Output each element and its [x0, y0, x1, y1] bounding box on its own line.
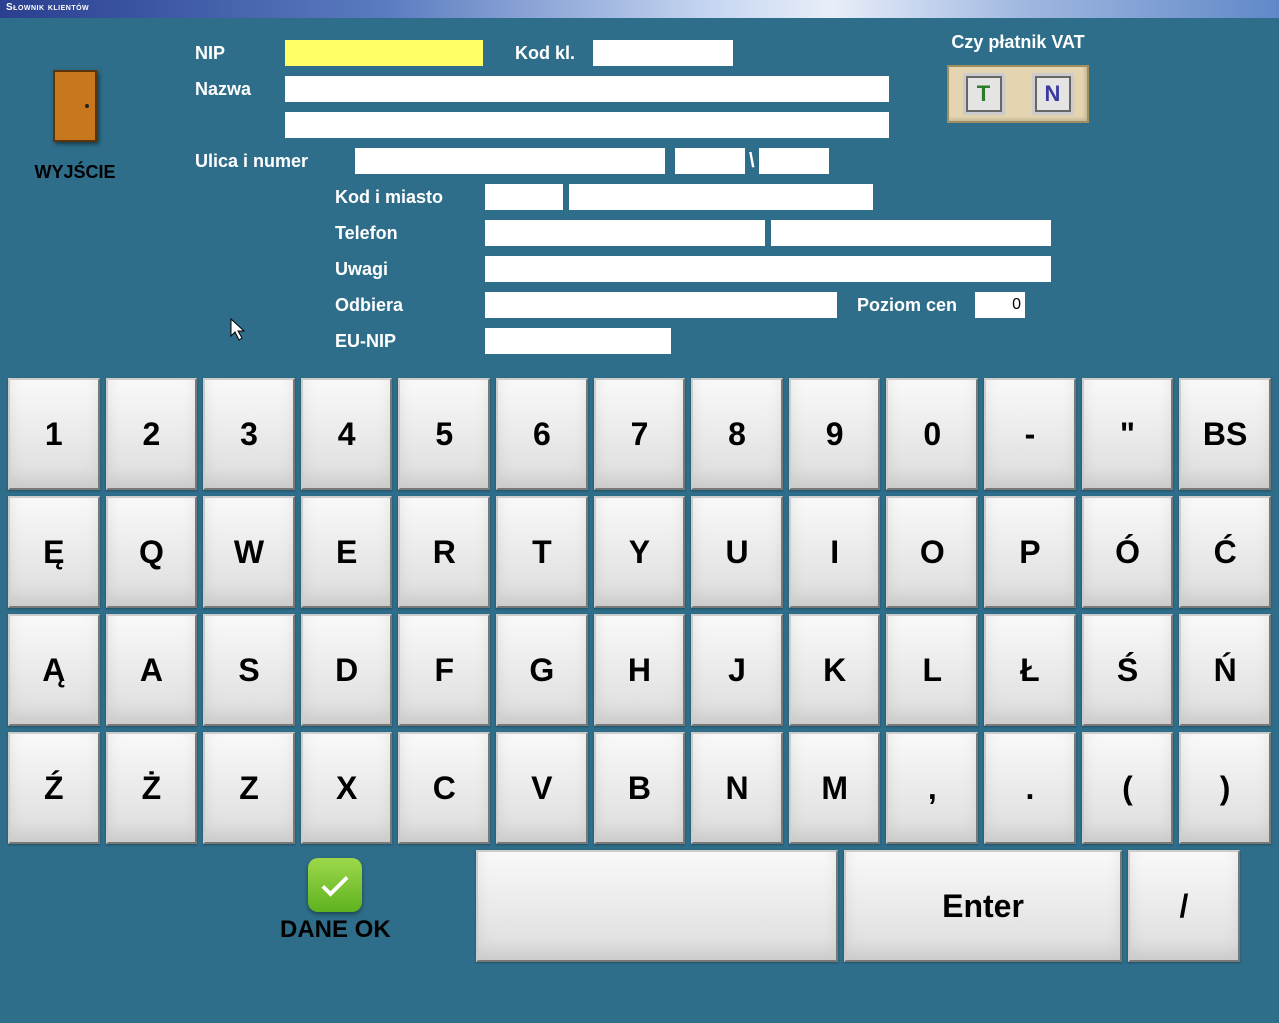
key-e[interactable]: E	[301, 496, 393, 608]
key-p[interactable]: P	[984, 496, 1076, 608]
key-r[interactable]: R	[398, 496, 490, 608]
key-m[interactable]: M	[789, 732, 881, 844]
key-ó[interactable]: Ó	[1082, 496, 1174, 608]
odbiera-input[interactable]	[485, 292, 837, 318]
nazwa-label: Nazwa	[195, 79, 285, 100]
key-2[interactable]: 2	[106, 378, 198, 490]
key-5[interactable]: 5	[398, 378, 490, 490]
key-c[interactable]: C	[398, 732, 490, 844]
key-3[interactable]: 3	[203, 378, 295, 490]
confirm-label: DANE OK	[280, 916, 391, 944]
key-ą[interactable]: Ą	[8, 614, 100, 726]
nip-input[interactable]	[285, 40, 483, 66]
poziom-label: Poziom cen	[857, 295, 957, 316]
telefon1-input[interactable]	[485, 220, 765, 246]
telefon-label: Telefon	[335, 223, 485, 244]
key-ń[interactable]: Ń	[1179, 614, 1271, 726]
key-8[interactable]: 8	[691, 378, 783, 490]
exit-label: WYJŚCIE	[30, 162, 120, 183]
key-f[interactable]: F	[398, 614, 490, 726]
key-u[interactable]: U	[691, 496, 783, 608]
key-bs[interactable]: BS	[1179, 378, 1271, 490]
key-h[interactable]: H	[594, 614, 686, 726]
keyboard-row-3: ĄASDFGHJKLŁŚŃ	[8, 614, 1271, 726]
kodkl-input[interactable]	[593, 40, 733, 66]
form-area: NIP Kod kl. Nazwa Ulica i numer \ Kod i …	[195, 38, 1215, 362]
key-z[interactable]: Z	[203, 732, 295, 844]
nip-label: NIP	[195, 43, 285, 64]
key-ę[interactable]: Ę	[8, 496, 100, 608]
key-n[interactable]: N	[691, 732, 783, 844]
kodkl-label: Kod kl.	[515, 43, 575, 64]
uwagi-input[interactable]	[485, 256, 1051, 282]
nazwa2-input[interactable]	[285, 112, 889, 138]
kod-input[interactable]	[485, 184, 563, 210]
key-l[interactable]: L	[886, 614, 978, 726]
key-enter[interactable]: Enter	[844, 850, 1122, 962]
key-s[interactable]: S	[203, 614, 295, 726]
ulica-separator: \	[745, 150, 759, 173]
key-d[interactable]: D	[301, 614, 393, 726]
key-ć[interactable]: Ć	[1179, 496, 1271, 608]
key-ź[interactable]: Ź	[8, 732, 100, 844]
key-j[interactable]: J	[691, 614, 783, 726]
keyboard-row-2: ĘQWERTYUIOPÓĆ	[8, 496, 1271, 608]
key-6[interactable]: 6	[496, 378, 588, 490]
key-b[interactable]: B	[594, 732, 686, 844]
odbiera-label: Odbiera	[335, 295, 485, 316]
ulica-nr2-input[interactable]	[759, 148, 829, 174]
kodmiasto-label: Kod i miasto	[335, 187, 485, 208]
key-"[interactable]: "	[1082, 378, 1174, 490]
key-q[interactable]: Q	[106, 496, 198, 608]
key-,[interactable]: ,	[886, 732, 978, 844]
key-w[interactable]: W	[203, 496, 295, 608]
key-ł[interactable]: Ł	[984, 614, 1076, 726]
key-space[interactable]	[476, 850, 838, 962]
window-title: Słownik klientów	[0, 0, 1279, 18]
key--[interactable]: -	[984, 378, 1076, 490]
keyboard-row-5: Enter /	[8, 850, 1271, 962]
ulica-nr1-input[interactable]	[675, 148, 745, 174]
key-slash[interactable]: /	[1128, 850, 1240, 962]
key-4[interactable]: 4	[301, 378, 393, 490]
telefon2-input[interactable]	[771, 220, 1051, 246]
poziom-input[interactable]	[975, 292, 1025, 318]
key-g[interactable]: G	[496, 614, 588, 726]
uwagi-label: Uwagi	[335, 259, 485, 280]
app-root: WYJŚCIE Czy płatnik VAT T N NIP Kod kl. …	[0, 18, 1279, 1023]
key-x[interactable]: X	[301, 732, 393, 844]
key-y[interactable]: Y	[594, 496, 686, 608]
keyboard-row-4: ŹŻZXCVBNM,.()	[8, 732, 1271, 844]
keyboard-row-1: 1234567890-"BS	[8, 378, 1271, 490]
key-7[interactable]: 7	[594, 378, 686, 490]
key-9[interactable]: 9	[789, 378, 881, 490]
eunip-input[interactable]	[485, 328, 671, 354]
key-ś[interactable]: Ś	[1082, 614, 1174, 726]
key-v[interactable]: V	[496, 732, 588, 844]
key-a[interactable]: A	[106, 614, 198, 726]
door-icon	[53, 70, 97, 142]
key-t[interactable]: T	[496, 496, 588, 608]
key-)[interactable]: )	[1179, 732, 1271, 844]
ulica-label: Ulica i numer	[195, 151, 345, 172]
key-i[interactable]: I	[789, 496, 881, 608]
ulica-street-input[interactable]	[355, 148, 665, 174]
key-o[interactable]: O	[886, 496, 978, 608]
onscreen-keyboard: 1234567890-"BS ĘQWERTYUIOPÓĆ ĄASDFGHJKLŁ…	[8, 378, 1271, 962]
confirm-button[interactable]: DANE OK	[280, 858, 391, 944]
check-icon	[308, 858, 362, 912]
key-.[interactable]: .	[984, 732, 1076, 844]
key-ż[interactable]: Ż	[106, 732, 198, 844]
miasto-input[interactable]	[569, 184, 873, 210]
key-0[interactable]: 0	[886, 378, 978, 490]
nazwa1-input[interactable]	[285, 76, 889, 102]
exit-button[interactable]: WYJŚCIE	[30, 70, 120, 183]
key-k[interactable]: K	[789, 614, 881, 726]
key-1[interactable]: 1	[8, 378, 100, 490]
key-([interactable]: (	[1082, 732, 1174, 844]
eunip-label: EU-NIP	[335, 331, 485, 352]
